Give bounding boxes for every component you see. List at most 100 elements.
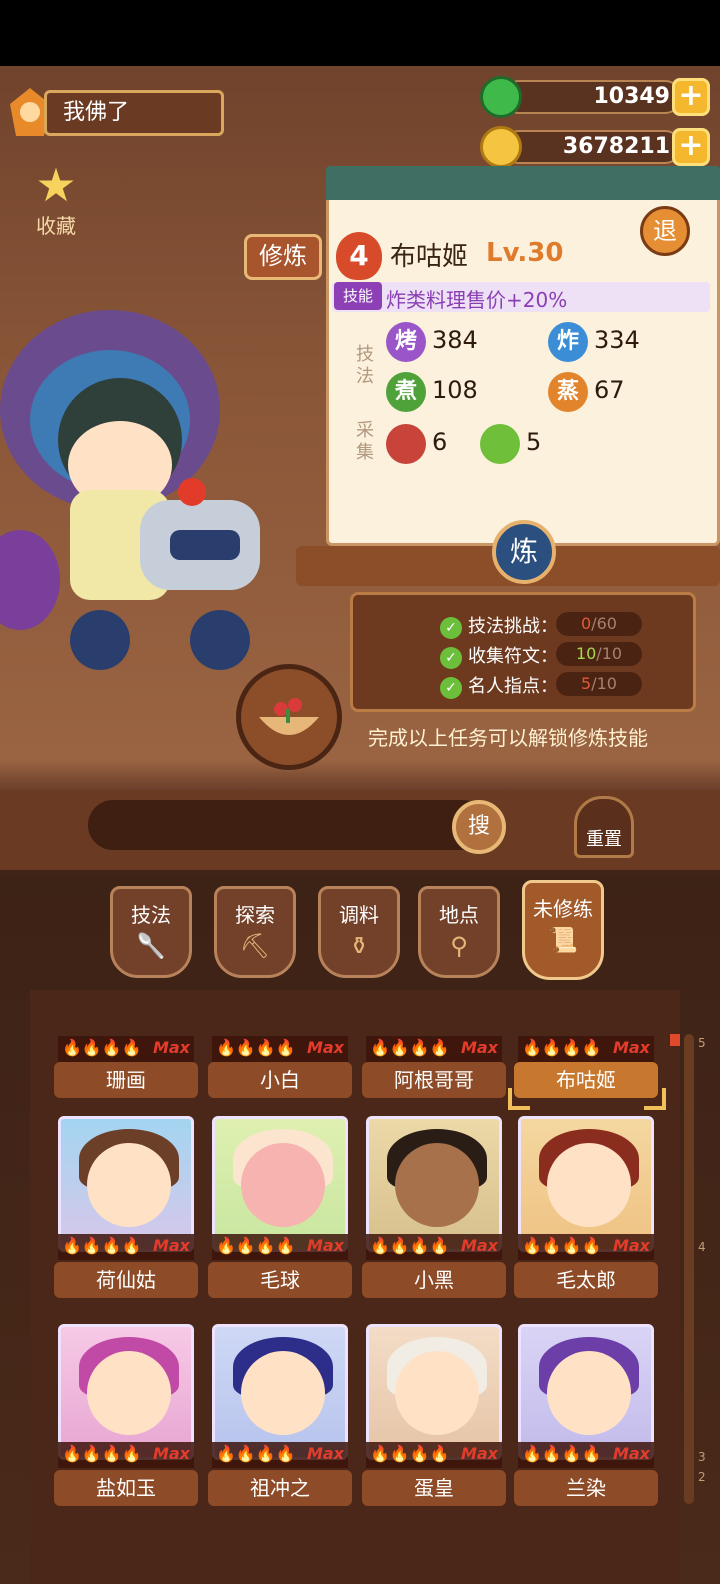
character-card-selected[interactable]: 🔥🔥🔥🔥 Max 布咕姬 [514,1000,658,1098]
fire-rating: 🔥🔥🔥🔥 Max [366,1442,502,1468]
check-icon: ✓ [440,677,462,699]
fire-rating: 🔥🔥🔥🔥 Max [518,1036,654,1062]
coin-icon [480,126,522,168]
task-collect-runes: ✓ 收集符文： 10/10 [440,642,642,672]
character-card-name: 毛球 [208,1262,352,1298]
character-card-name: 蛋皇 [362,1470,506,1506]
fire-rating: 🔥🔥🔥🔥 Max [58,1036,194,1062]
task-progress: 5/10 [556,672,642,696]
character-card-name: 小白 [208,1062,352,1098]
player-profile[interactable]: 我佛了 [6,84,224,140]
jade-icon [480,76,522,118]
character-card[interactable]: 🔥🔥🔥🔥 Max 小白 [208,1000,352,1098]
task-label: 技法挑战： [468,616,558,637]
search-button[interactable]: 搜 [452,800,506,854]
character-card-name: 祖冲之 [208,1470,352,1506]
stat-fry-value: 334 [594,326,640,354]
fire-rating: 🔥🔥🔥🔥 Max [58,1234,194,1260]
add-coin-button[interactable]: + [672,128,710,166]
character-card-name: 毛太郎 [514,1262,658,1298]
character-card[interactable]: 🔥🔥🔥🔥 Max 祖冲之 [208,1324,352,1510]
tab-location[interactable]: 地点 ⚲ [418,886,500,978]
character-level: Lv.30 [486,238,564,268]
steam-icon: 蒸 [548,372,588,412]
exit-button[interactable]: 退 [640,206,690,256]
tab-explore[interactable]: 探索 ⛏ [214,886,296,978]
fire-rating: 🔥🔥🔥🔥 Max [366,1036,502,1062]
character-card-name: 荷仙姑 [54,1262,198,1298]
skill-description: 炸类料理售价+20% [386,288,568,312]
food-bowl-button[interactable] [236,664,342,770]
vegetable-icon [480,424,520,464]
cultivation-tab[interactable]: 修炼 [244,234,322,280]
fire-rating: 🔥🔥🔥🔥 Max [518,1442,654,1468]
fire-rating: 🔥🔥🔥🔥 Max [212,1442,348,1468]
panel-header [326,166,720,200]
player-name: 我佛了 [44,90,224,136]
grill-icon: 烤 [386,322,426,362]
character-illustration [0,310,260,670]
tab-seasoning[interactable]: 调料 ⚱ [318,886,400,978]
character-card[interactable]: 🔥🔥🔥🔥 Max 珊画 [54,1000,198,1098]
location-icon: ⚲ [450,932,468,960]
fire-rating: 🔥🔥🔥🔥 Max [212,1234,348,1260]
character-portrait [366,1116,502,1252]
favorites-button[interactable]: ★ 收藏 [26,160,86,239]
check-icon: ✓ [440,617,462,639]
jade-amount: 10349 [502,80,682,114]
character-card[interactable]: 🔥🔥🔥🔥 Max 毛太郎 [514,1116,658,1302]
add-jade-button[interactable]: + [672,78,710,116]
reset-button[interactable]: 重置 [574,796,634,858]
task-label: 收集符文： [468,646,558,667]
tab-uncultivated[interactable]: 未修练 📜 [522,880,604,980]
character-card-name: 珊画 [54,1062,198,1098]
meat-icon [386,424,426,464]
boil-icon: 煮 [386,372,426,412]
selection-bracket [644,1088,666,1110]
check-icon: ✓ [440,647,462,669]
character-card[interactable]: 🔥🔥🔥🔥 Max 毛球 [208,1116,352,1302]
search-input[interactable] [88,800,488,850]
food-bowl-icon [259,698,319,735]
scroll-mark: 5 [698,1036,706,1050]
character-card[interactable]: 🔥🔥🔥🔥 Max 小黑 [362,1116,506,1302]
character-card-name: 盐如玉 [54,1470,198,1506]
character-card[interactable]: 🔥🔥🔥🔥 Max 兰染 [514,1324,658,1510]
rank-badge: 4 [336,232,382,280]
refine-button[interactable]: 炼 [492,520,556,584]
fire-rating: 🔥🔥🔥🔥 Max [366,1234,502,1260]
selection-bracket [508,1088,530,1110]
reset-label: 重置 [586,829,622,850]
stat-meat-value: 6 [432,428,448,456]
skill-label: 技能 [334,282,382,310]
task-progress: 10/10 [556,642,642,666]
fire-rating: 🔥🔥🔥🔥 Max [518,1234,654,1260]
scroll-mark: 2 [698,1470,706,1484]
gather-section-label: 采集 [356,420,374,463]
favorites-label: 收藏 [36,214,76,238]
character-card[interactable]: 🔥🔥🔥🔥 Max 蛋皇 [362,1324,506,1510]
scroll-indicator[interactable] [670,1034,680,1046]
stat-boil-value: 108 [432,376,478,404]
tab-technique[interactable]: 技法 🥄 [110,886,192,978]
character-card[interactable]: 🔥🔥🔥🔥 Max 荷仙姑 [54,1116,198,1302]
character-card-name: 布咕姬 [514,1062,658,1098]
scroll-mark: 3 [698,1450,706,1464]
tasks-hint: 完成以上任务可以解锁修炼技能 [368,726,648,750]
stat-veg-value: 5 [526,428,542,456]
game-screen: 我佛了 ★ 收藏 10349 + 3678211 + 修炼 4 布咕姬 Lv.3… [0,0,720,1584]
character-card[interactable]: 🔥🔥🔥🔥 Max 盐如玉 [54,1324,198,1510]
character-card-name: 兰染 [514,1470,658,1506]
scroll-mark: 4 [698,1240,706,1254]
jade-currency: 10349 + [480,76,710,118]
task-progress: 0/60 [556,612,642,636]
fire-rating: 🔥🔥🔥🔥 Max [58,1442,194,1468]
character-portrait [212,1116,348,1252]
stat-steam-value: 67 [594,376,625,404]
task-celebrity-guidance: ✓ 名人指点： 5/10 [440,672,642,702]
scrollbar[interactable] [684,1034,694,1504]
coin-currency: 3678211 + [480,126,710,168]
character-portrait [58,1324,194,1460]
character-card[interactable]: 🔥🔥🔥🔥 Max 阿根哥哥 [362,1000,506,1098]
coin-amount: 3678211 [502,130,682,164]
